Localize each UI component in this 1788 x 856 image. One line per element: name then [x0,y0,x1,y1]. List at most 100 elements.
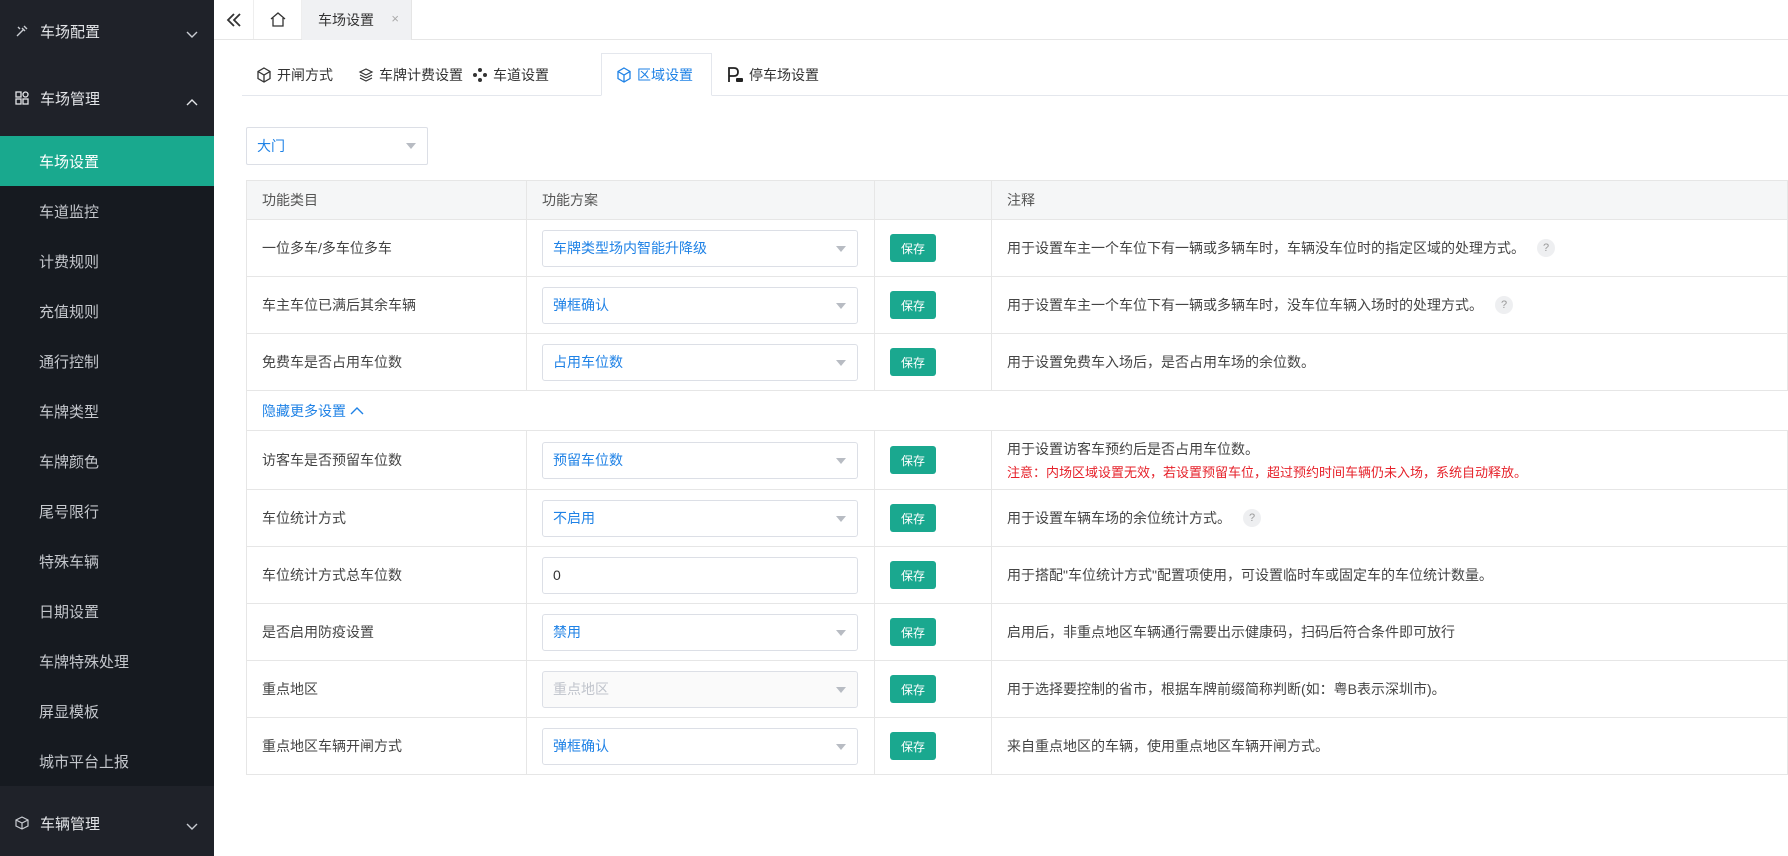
scheme-select[interactable]: 弹框确认 [542,286,858,324]
sidebar-group-parking-config[interactable]: 车场配置 [0,2,214,60]
row-note: 用于设置车主一个车位下有一辆或多辆车时，没车位车辆入场时的处理方式。 [1007,297,1483,313]
tools-icon [14,23,30,39]
chevron-up-icon [350,407,364,415]
save-button[interactable]: 保存 [890,618,936,646]
parking-icon [728,66,743,82]
caret-down-icon [836,743,846,750]
home-icon [270,12,285,27]
area-select[interactable]: 大门 [246,127,428,165]
row-category: 车位统计方式 [247,490,527,546]
tab-gate-mode[interactable]: 开闸方式 [242,53,347,96]
region-select[interactable]: 重点地区 [542,670,858,708]
table-row: 车位统计方式总车位数 保存 用于搭配"车位统计方式"配置项使用，可设置临时车或固… [247,547,1788,604]
sidebar: 车场配置 车场管理 车场设置 车道监控 计费规则 充值规则 通行控制 车牌类型 … [0,0,214,856]
table-row: 重点地区车辆开闸方式 弹框确认 保存 来自重点地区的车辆，使用重点地区车辆开闸方… [247,718,1788,775]
caret-down-icon [836,629,846,636]
layers-icon [358,67,374,82]
header-category: 功能类目 [247,181,527,219]
close-icon[interactable]: × [391,11,399,26]
row-note: 用于设置免费车入场后，是否占用车场的余位数。 [1007,354,1315,370]
row-note: 来自重点地区的车辆，使用重点地区车辆开闸方式。 [1007,738,1329,754]
tab-area-settings[interactable]: 区域设置 [601,53,712,96]
sidebar-group-vehicle-manage[interactable]: 车辆管理 [0,794,214,852]
sidebar-group-label: 车场配置 [40,23,101,41]
settings-tabs: 开闸方式 车牌计费设置 车道设置 区域设置 停车场设置 [242,53,1788,96]
total-spaces-input[interactable] [542,556,858,594]
row-note: 启用后，非重点地区车辆通行需要出示健康码，扫码后符合条件即可放行 [1007,624,1455,640]
scheme-select-value: 禁用 [553,624,581,640]
row-note: 用于设置车辆车场的余位统计方式。 [1007,510,1231,526]
save-button[interactable]: 保存 [890,504,936,532]
row-warning: 注意：内场区域设置无效，若设置预留车位，超过预约时间车辆仍未入场，系统自动释放。 [1007,465,1528,480]
toggle-row: 隐藏更多设置 [247,391,1788,431]
sidebar-item-city-report[interactable]: 城市平台上报 [0,736,214,786]
table-row: 是否启用防疫设置 禁用 保存 启用后，非重点地区车辆通行需要出示健康码，扫码后符… [247,604,1788,661]
sidebar-item-access-control[interactable]: 通行控制 [0,336,214,386]
chevron-down-icon [186,26,198,43]
scheme-select[interactable]: 禁用 [542,613,858,651]
sidebar-item-special-vehicle[interactable]: 特殊车辆 [0,536,214,586]
caret-down-icon [836,515,846,522]
cube-icon [14,815,30,831]
tab-label: 车道设置 [493,66,549,83]
tab-label: 停车场设置 [749,66,819,83]
help-icon[interactable]: ? [1243,509,1261,527]
table-row: 免费车是否占用车位数 占用车位数 保存 用于设置免费车入场后，是否占用车场的余位… [247,334,1788,391]
row-category: 访客车是否预留车位数 [247,431,527,489]
help-icon[interactable]: ? [1537,239,1555,257]
topbar: 车场设置 × [214,0,1788,40]
toggle-label: 隐藏更多设置 [262,402,346,419]
sidebar-group-parking-manage[interactable]: 车场管理 [0,69,214,127]
cube-outline-icon [617,66,631,83]
scheme-select[interactable]: 车牌类型场内智能升降级 [542,229,858,267]
sidebar-item-parking-settings[interactable]: 车场设置 [0,136,214,186]
scheme-select-value: 占用车位数 [553,354,623,370]
caret-down-icon [836,686,846,693]
caret-down-icon [836,302,846,309]
row-category: 重点地区车辆开闸方式 [247,718,527,774]
lane-icon [473,67,487,82]
sidebar-item-screen-template[interactable]: 屏显模板 [0,686,214,736]
tab-lane-settings[interactable]: 车道设置 [458,53,563,96]
scheme-select[interactable]: 预留车位数 [542,441,858,479]
save-button[interactable]: 保存 [890,446,936,474]
table-header: 功能类目 功能方案 注释 [247,181,1788,220]
sidebar-item-lane-monitor[interactable]: 车道监控 [0,186,214,236]
save-button[interactable]: 保存 [890,561,936,589]
sidebar-item-date-settings[interactable]: 日期设置 [0,586,214,636]
caret-down-icon [836,245,846,252]
scheme-select-value: 预留车位数 [553,452,623,468]
home-button[interactable] [254,0,302,39]
region-select-placeholder: 重点地区 [553,681,609,697]
save-button[interactable]: 保存 [890,732,936,760]
save-button[interactable]: 保存 [890,348,936,376]
sidebar-item-billing-rules[interactable]: 计费规则 [0,236,214,286]
row-note: 用于设置车主一个车位下有一辆或多辆车时，车辆没车位时的指定区域的处理方式。 [1007,240,1525,256]
row-category: 一位多车/多车位多车 [247,220,527,276]
page-tab-parking-settings[interactable]: 车场设置 × [302,0,412,40]
sidebar-item-plate-color[interactable]: 车牌颜色 [0,436,214,486]
chevron-down-icon [186,818,198,835]
scheme-select[interactable]: 占用车位数 [542,343,858,381]
row-note: 用于搭配"车位统计方式"配置项使用，可设置临时车或固定车的车位统计数量。 [1007,567,1493,583]
save-button[interactable]: 保存 [890,675,936,703]
tab-parking-settings[interactable]: 停车场设置 [712,53,833,96]
sidebar-item-plate-special[interactable]: 车牌特殊处理 [0,636,214,686]
caret-down-icon [836,359,846,366]
table-row: 一位多车/多车位多车 车牌类型场内智能升降级 保存 用于设置车主一个车位下有一辆… [247,220,1788,277]
collapse-sidebar-button[interactable] [214,0,254,39]
save-button[interactable]: 保存 [890,234,936,262]
sidebar-item-tail-restriction[interactable]: 尾号限行 [0,486,214,536]
scheme-select-value: 弹框确认 [553,297,609,313]
help-icon[interactable]: ? [1495,296,1513,314]
scheme-select[interactable]: 弹框确认 [542,727,858,765]
caret-down-icon [406,143,416,149]
row-category: 免费车是否占用车位数 [247,334,527,390]
sidebar-item-recharge-rules[interactable]: 充值规则 [0,286,214,336]
sidebar-item-plate-type[interactable]: 车牌类型 [0,386,214,436]
save-button[interactable]: 保存 [890,291,936,319]
table-row: 访客车是否预留车位数 预留车位数 保存 用于设置访客车预约后是否占用车位数。 注意… [247,431,1788,490]
manage-icon [14,90,30,106]
hide-more-settings-link[interactable]: 隐藏更多设置 [262,401,364,421]
scheme-select[interactable]: 不启用 [542,499,858,537]
